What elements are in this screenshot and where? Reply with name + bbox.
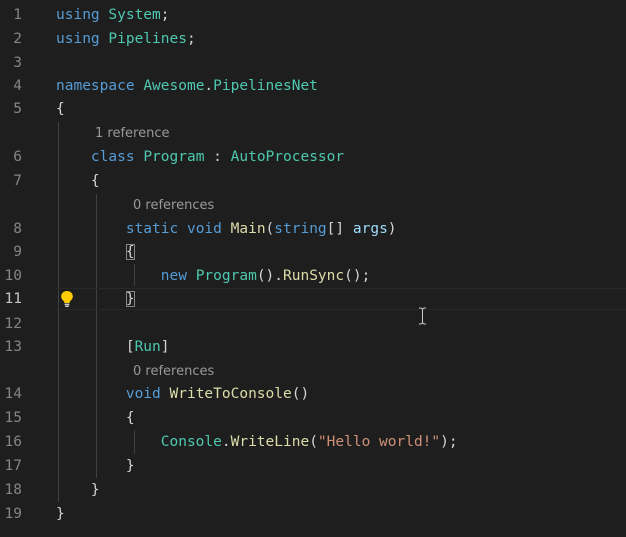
keyword: using (56, 31, 100, 47)
code-editor[interactable]: 1 2 3 4 5 6 7 8 9 10 11 12 13 14 15 16 1… (0, 0, 626, 537)
namespace-name: System (108, 7, 161, 23)
code-line-2: using Pipelines; (56, 28, 626, 50)
close-brace: } (90, 482, 100, 498)
codelens-references[interactable]: 1 reference (95, 125, 169, 143)
punctuation: [ (125, 339, 135, 355)
line-number: 1 (13, 7, 22, 23)
matched-close-brace: } (125, 291, 135, 307)
keyword: namespace (56, 78, 135, 94)
open-brace: { (125, 410, 135, 426)
keyword: new (160, 268, 187, 284)
code-line-6: class Program : AutoProcessor (56, 146, 626, 168)
code-area[interactable]: using System; using Pipelines; namespace… (56, 0, 626, 537)
punctuation: ; (160, 7, 170, 23)
punctuation: ] (160, 339, 170, 355)
punctuation: ( (309, 434, 318, 450)
line-number: 19 (4, 506, 22, 522)
open-brace: { (56, 101, 65, 117)
class-name: Program (143, 149, 205, 165)
punctuation: ( (265, 221, 275, 237)
line-number: 16 (4, 434, 22, 450)
punctuation: . (221, 434, 231, 450)
code-line-13: [Run] (56, 336, 626, 358)
line-number: 6 (13, 149, 22, 165)
line-number: 15 (4, 410, 22, 426)
codelens-references[interactable]: 0 references (133, 197, 214, 215)
method-name: WriteLine (230, 434, 310, 450)
punctuation: (); (344, 268, 371, 284)
punctuation: (). (256, 268, 284, 284)
punctuation: ; (186, 31, 196, 47)
code-line-8: static void Main(string[] args) (56, 218, 626, 240)
code-line-19: } (56, 503, 626, 525)
open-brace: { (90, 173, 100, 189)
punctuation: () (291, 386, 310, 402)
keyword: static (125, 221, 179, 237)
method-name: RunSync (283, 268, 345, 284)
line-number: 18 (4, 482, 22, 498)
keyword: string (274, 221, 327, 237)
code-line-5: { (56, 98, 626, 120)
text-cursor-icon (419, 307, 426, 325)
line-number: 3 (13, 55, 22, 71)
code-line-17: } (56, 455, 626, 477)
string-literal: "Hello world!" (317, 434, 441, 450)
attribute-name: Run (134, 339, 161, 355)
parameter-name: args (352, 221, 388, 237)
code-line-15: { (56, 407, 626, 429)
line-number: 12 (4, 316, 22, 332)
line-number: 13 (4, 339, 22, 355)
namespace-name: Awesome (143, 78, 205, 94)
keyword: void (186, 221, 222, 237)
line-number: 17 (4, 458, 22, 474)
line-number-active: 11 (4, 291, 22, 307)
close-brace: } (56, 506, 65, 522)
line-number: 8 (13, 221, 22, 237)
line-number: 7 (13, 173, 22, 189)
line-number-gutter: 1 2 3 4 5 6 7 8 9 10 11 12 13 14 15 16 1… (0, 0, 56, 537)
method-name: Main (230, 221, 266, 237)
punctuation: : (204, 149, 231, 165)
line-number: 9 (13, 244, 22, 260)
line-number: 10 (4, 268, 22, 284)
code-line-10: new Program().RunSync(); (56, 265, 626, 287)
close-brace: } (125, 458, 135, 474)
punctuation: ); (440, 434, 458, 450)
codelens-references[interactable]: 0 references (133, 363, 214, 381)
class-name: Program (195, 268, 257, 284)
class-name: Console (160, 434, 222, 450)
line-number: 14 (4, 386, 22, 402)
method-name: WriteToConsole (169, 386, 292, 402)
code-line-9: { (56, 241, 626, 263)
code-line-4: namespace Awesome.PipelinesNet (56, 75, 626, 97)
punctuation: . (204, 78, 214, 94)
code-line-14: void WriteToConsole() (56, 383, 626, 405)
code-line-7: { (56, 170, 626, 192)
keyword: class (90, 149, 135, 165)
code-line-11: } (56, 288, 626, 310)
punctuation: [] (326, 221, 353, 237)
code-line-1: using System; (56, 4, 626, 26)
namespace-name: PipelinesNet (213, 78, 318, 94)
line-number: 2 (13, 31, 22, 47)
punctuation: ) (387, 221, 397, 237)
line-number: 5 (13, 101, 22, 117)
base-class-name: AutoProcessor (230, 149, 345, 165)
code-line-18: } (56, 479, 626, 501)
keyword: void (125, 386, 161, 402)
matched-open-brace: { (125, 244, 135, 260)
namespace-name: Pipelines (108, 31, 187, 47)
line-number: 4 (13, 78, 22, 94)
keyword: using (56, 7, 100, 23)
code-line-16: Console.WriteLine("Hello world!"); (56, 431, 626, 453)
